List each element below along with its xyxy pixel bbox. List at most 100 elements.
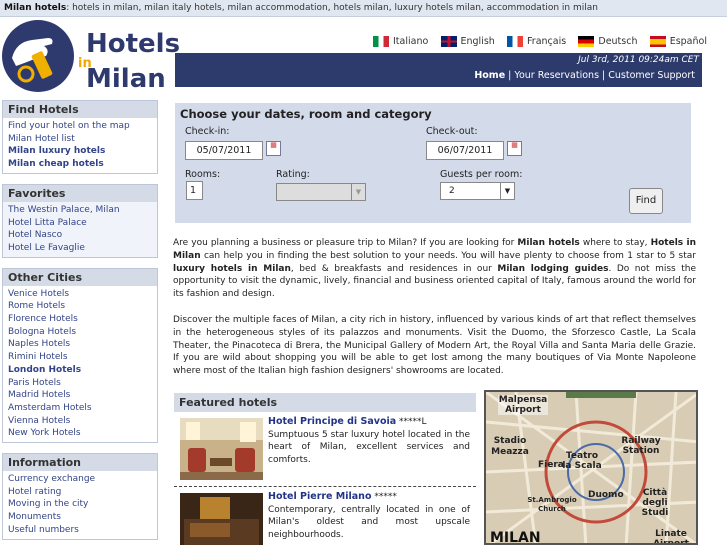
lang-deutsch[interactable]: Deutsch xyxy=(578,34,637,48)
find-hotels-heading: Find Hotels xyxy=(3,101,157,118)
find-button[interactable]: Find xyxy=(629,188,663,214)
rating-label: Rating: xyxy=(276,169,310,180)
logo-word-milan: Milan xyxy=(86,64,166,94)
sidebar-link-hotel-list[interactable]: Milan Hotel list xyxy=(8,133,152,146)
city-link[interactable]: Rome Hotels xyxy=(8,300,152,313)
map-label-linate: Linate Airport xyxy=(653,529,689,545)
keyword-strip: Milan hotels: hotels in milan, milan ita… xyxy=(0,0,727,17)
hotel-info: Hotel Pierre Milano ***** Contemporary, … xyxy=(268,491,470,541)
site-logo[interactable]: Hotels in Milan xyxy=(2,20,180,94)
favorites-box: Favorites The Westin Palace, Milan Hotel… xyxy=(2,183,158,258)
map-label-fiera: Fiera xyxy=(538,460,564,470)
lang-italiano[interactable]: Italiano xyxy=(373,34,428,48)
city-link[interactable]: Vienna Hotels xyxy=(8,415,152,428)
lang-italiano-label: Italiano xyxy=(393,35,429,47)
hotel-info: Hotel Principe di Savoia *****L Sumptuou… xyxy=(268,416,470,466)
intro-text: Are you planning a business or pleasure … xyxy=(173,237,696,391)
favorites-heading: Favorites xyxy=(3,184,157,202)
fr-flag-icon xyxy=(507,35,524,47)
city-link[interactable]: New York Hotels xyxy=(8,427,152,440)
logo-word-hotels: Hotels xyxy=(86,29,181,59)
hotel-photo[interactable] xyxy=(180,418,263,480)
checkout-label: Check-out: xyxy=(426,126,478,137)
header-bar: Jul 3rd, 2011 09:24am CET Home | Your Re… xyxy=(175,53,702,87)
guests-select-value: 2 xyxy=(449,186,455,196)
intro-paragraph-2: Discover the multiple faces of Milan, a … xyxy=(173,314,696,377)
info-link[interactable]: Currency exchange xyxy=(8,473,152,486)
map-label-duomo: Duomo xyxy=(588,490,624,500)
intro-paragraph-1: Are you planning a business or pleasure … xyxy=(173,237,696,301)
nav-your-reservations[interactable]: Your Reservations xyxy=(514,70,599,81)
chevron-down-icon: ▼ xyxy=(351,184,365,200)
city-link[interactable]: Madrid Hotels xyxy=(8,389,152,402)
nav-home[interactable]: Home xyxy=(474,70,505,81)
rooms-label: Rooms: xyxy=(185,169,221,180)
city-link[interactable]: London Hotels xyxy=(8,364,152,377)
es-flag-icon xyxy=(649,35,666,47)
map-label-scala: Teatro la Scala xyxy=(562,451,602,471)
hotel-name-link[interactable]: Hotel Principe di Savoia xyxy=(268,416,396,427)
favorite-link[interactable]: Hotel Le Favaglie xyxy=(8,242,152,255)
sidebar-link-cheap-hotels[interactable]: Milan cheap hotels xyxy=(8,158,152,171)
city-link[interactable]: Florence Hotels xyxy=(8,313,152,326)
city-link[interactable]: Paris Hotels xyxy=(8,377,152,390)
city-link[interactable]: Amsterdam Hotels xyxy=(8,402,152,415)
hotel-description: Contemporary, centrally located in one o… xyxy=(268,504,470,540)
booking-search-form: Choose your dates, room and category Che… xyxy=(175,103,691,223)
checkin-label: Check-in: xyxy=(185,126,230,137)
nav-separator: | xyxy=(599,70,609,81)
intro-text-run: Are you planning a business or pleasure … xyxy=(173,238,518,248)
city-link[interactable]: Rimini Hotels xyxy=(8,351,152,364)
find-hotels-box: Find Hotels Find your hotel on the map M… xyxy=(2,100,158,174)
sidebar-link-luxury-hotels[interactable]: Milan luxury hotels xyxy=(8,145,152,158)
sidebar-link-find-on-map[interactable]: Find your hotel on the map xyxy=(8,120,152,133)
checkout-date-input[interactable]: 06/07/2011 xyxy=(426,141,504,160)
rating-select[interactable]: ▼ xyxy=(276,183,366,201)
guests-select[interactable]: 2 ▼ xyxy=(440,182,515,200)
keyword-strip-text: : hotels in milan, milan italy hotels, m… xyxy=(66,3,598,13)
intro-keyword: luxury hotels in Milan xyxy=(173,263,291,274)
info-link[interactable]: Hotel rating xyxy=(8,486,152,499)
milan-map[interactable]: Malpensa Airport Stadio Meazza Railway S… xyxy=(484,390,698,545)
city-link[interactable]: Bologna Hotels xyxy=(8,326,152,339)
lang-francais[interactable]: Français xyxy=(507,34,566,48)
intro-text-run: where to stay, xyxy=(579,238,651,248)
favorite-link[interactable]: The Westin Palace, Milan xyxy=(8,204,152,217)
city-link[interactable]: Venice Hotels xyxy=(8,288,152,301)
hand-key-icon xyxy=(12,38,53,83)
map-label-malpensa: Malpensa Airport xyxy=(498,395,548,415)
hotel-stars: *****L xyxy=(396,417,427,427)
sidebar: Find Hotels Find your hotel on the map M… xyxy=(2,100,158,545)
lang-deutsch-label: Deutsch xyxy=(598,35,638,47)
keyword-strip-bold: Milan hotels xyxy=(4,3,67,13)
map-label-ambrogio: St.Ambrogio Church xyxy=(527,496,577,513)
map-label-milan: MILAN xyxy=(490,530,541,545)
hotel-name-link[interactable]: Hotel Pierre Milano xyxy=(268,491,371,502)
rooms-input[interactable]: 1 xyxy=(186,181,203,200)
checkin-date-input[interactable]: 05/07/2011 xyxy=(185,141,263,160)
info-link[interactable]: Moving in the city xyxy=(8,498,152,511)
map-label-stadio: Stadio Meazza xyxy=(491,436,529,457)
featured-hotel-item: Hotel Principe di Savoia *****L Sumptuou… xyxy=(174,412,476,487)
intro-keyword: Milan hotels xyxy=(517,238,580,248)
lang-espanol[interactable]: Español xyxy=(649,34,707,48)
intro-keyword: Milan lodging guides xyxy=(497,263,609,274)
language-selector: Italiano English Français Deutsch Españo… xyxy=(373,34,707,48)
lang-espanol-label: Español xyxy=(669,35,707,47)
city-link[interactable]: Naples Hotels xyxy=(8,338,152,351)
other-cities-heading: Other Cities xyxy=(3,268,157,286)
favorite-link[interactable]: Hotel Nasco xyxy=(8,229,152,242)
other-cities-box: Other Cities Venice Hotels Rome Hotels F… xyxy=(2,267,158,444)
checkout-calendar-icon[interactable]: ▦ xyxy=(507,141,522,156)
favorite-link[interactable]: Hotel Litta Palace xyxy=(8,217,152,230)
lang-english[interactable]: English xyxy=(440,34,495,48)
featured-hotels: Featured hotels Hotel Principe di Savoia… xyxy=(174,393,476,545)
info-link[interactable]: Useful numbers xyxy=(8,524,152,537)
info-link[interactable]: Monuments xyxy=(8,511,152,524)
chevron-down-icon: ▼ xyxy=(500,183,514,199)
nav-customer-support[interactable]: Customer Support xyxy=(608,70,695,81)
checkin-calendar-icon[interactable]: ▦ xyxy=(266,141,281,156)
information-box: Information Currency exchange Hotel rati… xyxy=(2,453,158,540)
hotel-photo[interactable] xyxy=(180,493,263,545)
intro-text-run: can help you in finding the best solutio… xyxy=(200,250,696,261)
